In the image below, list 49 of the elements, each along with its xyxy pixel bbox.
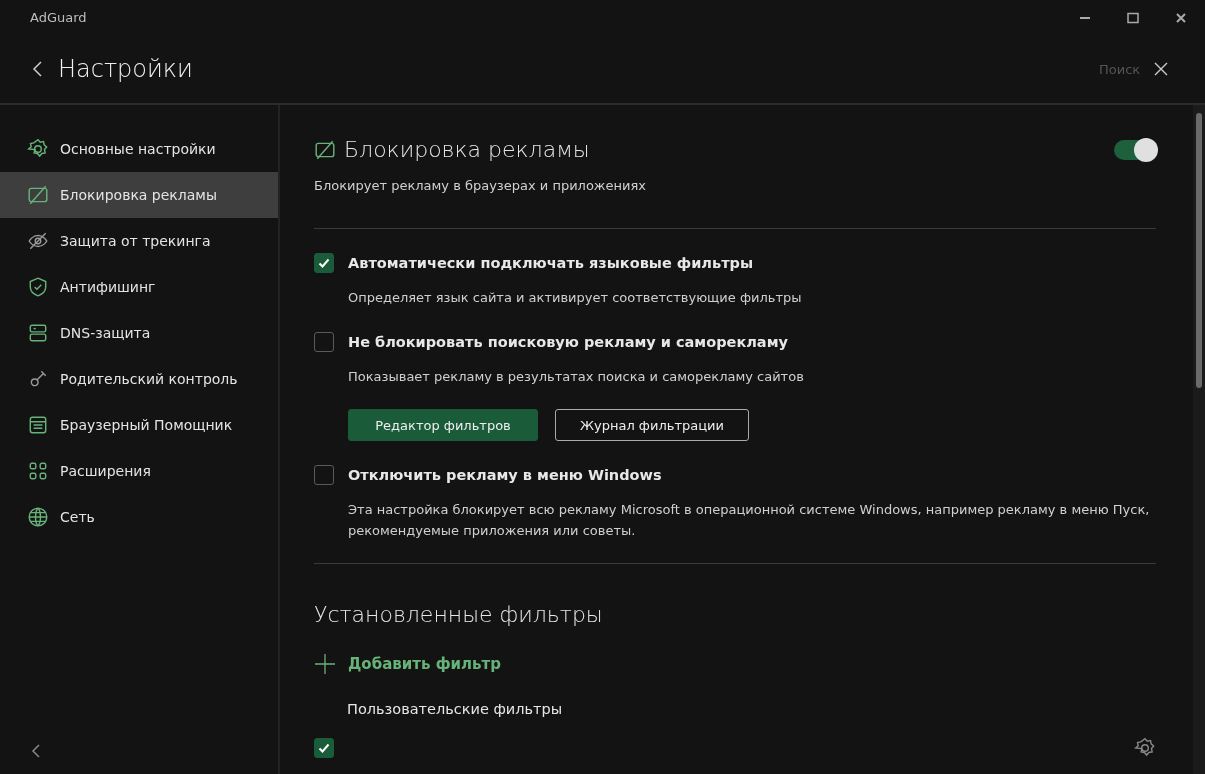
checkbox[interactable] [314, 738, 334, 758]
browser-window-icon [27, 414, 49, 436]
search-field[interactable]: Поиск [1099, 61, 1145, 77]
sidebar-item[interactable]: Основные настройки [0, 126, 278, 172]
crossed-screen-icon [314, 138, 336, 161]
shield-check-icon [27, 276, 49, 298]
app-title: AdGuard [30, 10, 87, 25]
gear-icon[interactable] [1134, 737, 1156, 759]
checkbox[interactable] [314, 253, 334, 273]
primary-button[interactable]: Редактор фильтров [348, 409, 538, 441]
server-icon [27, 322, 49, 344]
secondary-button[interactable]: Журнал фильтрации [555, 409, 749, 441]
group-title: Пользовательские фильтры [347, 701, 564, 717]
sidebar-item[interactable]: Браузерный Помощник [0, 402, 278, 448]
section-description: Блокирует рекламу в браузерах и приложениях [314, 178, 648, 193]
close-icon [1175, 11, 1187, 24]
maximize-icon [1127, 11, 1139, 24]
toggle-switch[interactable] [1114, 139, 1156, 160]
minimize-icon [1080, 16, 1090, 19]
grid-icon [27, 460, 49, 482]
option-title: Не блокировать поисковую рекламу и саморекламу [348, 333, 789, 352]
section-title: Установленные фильтры [314, 602, 604, 627]
checkmark-icon [317, 256, 331, 270]
checkbox[interactable] [314, 465, 334, 485]
scrollbar-thumb[interactable] [1196, 113, 1202, 388]
sidebar-item[interactable]: Антифишинг [0, 264, 278, 310]
sidebar-item[interactable]: Блокировка рекламы [0, 172, 278, 218]
page-title: Настройки [58, 55, 193, 83]
section-title: Блокировка рекламы [344, 137, 590, 162]
gear-icon [27, 138, 49, 160]
collapse-sidebar-button[interactable] [30, 742, 42, 760]
option-description: Определяет язык сайта и активирует соответствующие фильтры [348, 289, 802, 307]
plus-icon [314, 653, 336, 675]
option-description: Показывает рекламу в результатах поиска и саморекламу сайтов [348, 368, 804, 386]
crossed-eye-icon [27, 230, 49, 252]
option-description: Эта настройка блокирует всю рекламу Microsoft в операционной системе Windows, например рекламу в меню Пуск, рекомендуемые приложения или советы. [348, 501, 1151, 540]
add-filter-button[interactable]: Добавить фильтр [314, 653, 501, 675]
close-search-button[interactable] [1153, 61, 1169, 77]
sidebar-item[interactable]: DNS-защита [0, 310, 278, 356]
option-title: Отключить рекламу в меню Windows [348, 466, 663, 485]
crossed-screen-icon [27, 184, 49, 206]
sidebar-item[interactable]: Родительский контроль [0, 356, 278, 402]
sidebar-item[interactable]: Защита от трекинга [0, 218, 278, 264]
checkbox[interactable] [314, 332, 334, 352]
option-title: Автоматически подключать языковые фильтры [348, 254, 755, 273]
sidebar-item[interactable]: Расширения [0, 448, 278, 494]
sidebar-item[interactable]: Сеть [0, 494, 278, 540]
globe-icon [27, 506, 49, 528]
checkmark-icon [317, 741, 331, 755]
